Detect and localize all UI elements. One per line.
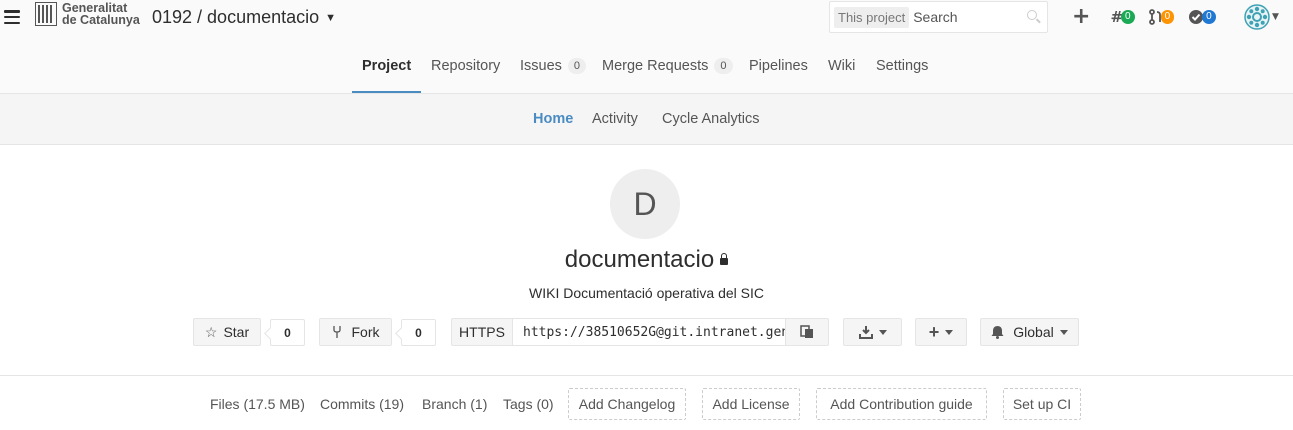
lock-icon (720, 253, 729, 265)
todos-shortcut[interactable]: 0 (1188, 9, 1216, 25)
subtab-cycle-analytics[interactable]: Cycle Analytics (662, 111, 760, 127)
search-input[interactable] (913, 9, 1014, 25)
add-license-button[interactable]: Add License (702, 388, 800, 420)
fork-count[interactable]: 0 (401, 319, 436, 346)
merge-requests-count-badge: 0 (1160, 10, 1175, 24)
tags-link[interactable]: Tags (0) (503, 396, 554, 412)
tab-merge-requests[interactable]: Merge Requests 0 (602, 58, 733, 74)
search-box: This project (829, 1, 1048, 33)
merge-requests-shortcut[interactable]: 0 (1148, 9, 1175, 25)
merge-requests-count: 0 (714, 58, 733, 74)
project-name-heading: documentacio (0, 246, 1293, 274)
project-avatar: D (610, 169, 680, 239)
add-dropdown[interactable]: + (915, 318, 967, 346)
tab-project[interactable]: Project (362, 58, 411, 74)
fork-icon (332, 326, 341, 338)
caret-down-icon (1059, 329, 1068, 335)
project-title-text: 0192 / documentacio (152, 7, 320, 27)
project-nav: Project Repository Issues 0 Merge Request… (0, 36, 1293, 94)
tab-settings[interactable]: Settings (876, 58, 928, 74)
search-scope-badge[interactable]: This project (834, 6, 910, 28)
project-description: WIKI Documentació operativa del SIC (529, 285, 764, 301)
notification-level-dropdown[interactable]: Global (980, 318, 1079, 346)
logo-mark-icon (35, 2, 57, 26)
top-header: Generalitat de Catalunya 0192 / document… (0, 0, 1293, 36)
bell-icon (991, 326, 1004, 339)
caret-down-icon: ▼ (1272, 12, 1279, 22)
user-avatar-menu[interactable]: ▼ (1244, 4, 1279, 30)
tab-repository-label: Repository (431, 58, 501, 74)
user-avatar-icon (1244, 4, 1270, 30)
tab-project-label: Project (362, 58, 412, 74)
star-count[interactable]: 0 (270, 319, 305, 346)
tab-pipelines-label: Pipelines (749, 58, 808, 74)
star-icon: ☆ (204, 323, 218, 340)
issues-shortcut[interactable]: # 0 (1110, 8, 1135, 26)
divider (0, 375, 1293, 376)
new-item-plus-icon[interactable]: + (1072, 6, 1090, 28)
project-subnav: Home Activity Cycle Analytics (0, 94, 1293, 145)
logo-text: Generalitat de Catalunya (62, 2, 140, 27)
setup-ci-button[interactable]: Set up CI (1003, 388, 1081, 420)
subtab-home[interactable]: Home (533, 111, 573, 127)
menu-icon[interactable] (4, 10, 20, 24)
issues-count-badge: 0 (1121, 10, 1135, 24)
tab-wiki[interactable]: Wiki (828, 58, 855, 74)
files-link[interactable]: Files (17.5 MB) (210, 396, 305, 412)
todos-count-badge: 0 (1202, 10, 1216, 24)
star-label: Star (223, 324, 250, 340)
project-title-dropdown[interactable]: 0192 / documentacio ▼ (152, 7, 336, 28)
search-icon (1027, 10, 1037, 20)
clipboard-icon (800, 325, 813, 338)
plus-icon: + (928, 322, 940, 342)
branch-link[interactable]: Branch (1) (422, 396, 487, 412)
add-changelog-button[interactable]: Add Changelog (568, 388, 686, 420)
active-tab-underline (352, 91, 421, 93)
subtab-activity[interactable]: Activity (592, 111, 638, 127)
protocol-https-button[interactable]: HTTPS (451, 318, 513, 346)
tab-issues[interactable]: Issues 0 (520, 58, 587, 74)
copy-url-button[interactable] (785, 318, 829, 346)
caret-down-icon (878, 329, 887, 335)
tab-repository[interactable]: Repository (431, 58, 500, 74)
gencat-logo[interactable]: Generalitat de Catalunya (35, 2, 140, 26)
caret-down-icon (945, 329, 954, 335)
tab-settings-label: Settings (876, 58, 929, 74)
tab-issues-label: Issues (520, 58, 562, 74)
add-contribution-guide-button[interactable]: Add Contribution guide (816, 388, 987, 420)
download-dropdown[interactable] (843, 318, 902, 346)
tab-pipelines[interactable]: Pipelines (749, 58, 808, 74)
fork-label: Fork (351, 324, 380, 340)
issues-count: 0 (567, 58, 587, 74)
tab-wiki-label: Wiki (828, 58, 856, 74)
project-name: documentacio (564, 246, 715, 273)
fork-button[interactable]: Fork (319, 318, 392, 346)
commits-link[interactable]: Commits (19) (320, 396, 404, 412)
notification-level-label: Global (1013, 324, 1054, 340)
star-button[interactable]: ☆ Star (193, 318, 261, 346)
tab-merge-requests-label: Merge Requests (602, 58, 709, 74)
download-icon (858, 326, 873, 339)
logo-line-2: de Catalunya (62, 13, 140, 27)
clone-url-input[interactable]: https://38510652G@git.intranet.gencat.ca… (512, 318, 786, 346)
header-icons: + # 0 0 0 (1072, 6, 1230, 28)
chevron-down-icon: ▼ (325, 11, 337, 24)
